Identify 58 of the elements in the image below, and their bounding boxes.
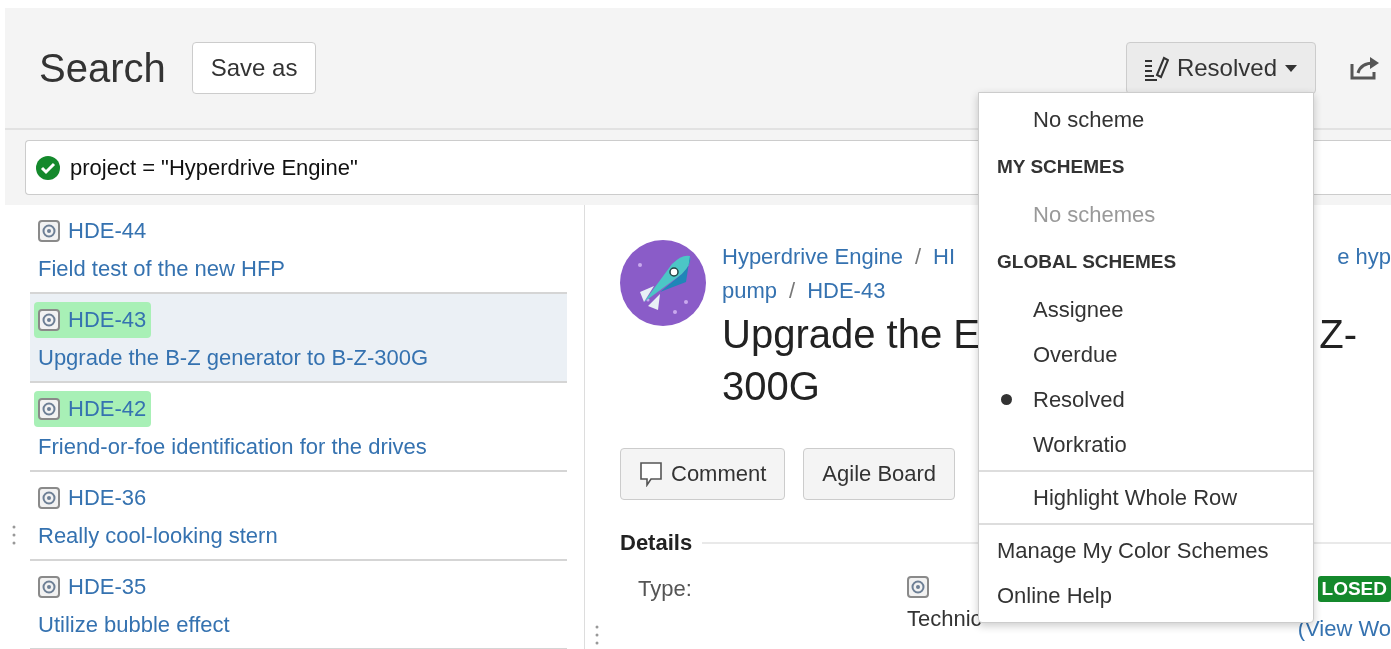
- target-icon: [38, 398, 60, 420]
- menu-link[interactable]: Online Help: [979, 573, 1313, 618]
- target-icon: [38, 309, 60, 331]
- drag-handle-icon[interactable]: [12, 525, 16, 545]
- breadcrumb-link[interactable]: Hyperdrive Engine: [722, 240, 903, 274]
- issue-key[interactable]: HDE-43: [34, 302, 152, 338]
- field-label: Type:: [638, 576, 693, 603]
- menu-item[interactable]: Overdue: [979, 332, 1313, 377]
- speech-bubble-icon: [639, 461, 663, 487]
- issue-summary[interactable]: Utilize bubble effect: [38, 611, 559, 639]
- issue-title: Z-: [1319, 311, 1357, 358]
- issue-summary[interactable]: Really cool-looking stern: [38, 522, 559, 550]
- breadcrumb-separator: /: [789, 277, 796, 305]
- breadcrumb-link[interactable]: HDE-43: [807, 274, 886, 308]
- issue-key[interactable]: HDE-44: [34, 213, 152, 249]
- menu-heading: GLOBAL SCHEMES: [996, 250, 1178, 274]
- breadcrumb-link[interactable]: e hyp: [1337, 240, 1391, 274]
- breadcrumb-link[interactable]: HI: [933, 240, 956, 274]
- menu-item[interactable]: Assignee: [979, 287, 1313, 332]
- issue-title: 300G: [722, 363, 820, 410]
- drag-handle-icon[interactable]: [595, 625, 599, 645]
- field-value: Technic: [907, 606, 982, 632]
- issue-row[interactable]: HDE-36 Really cool-looking stern: [30, 472, 567, 561]
- color-scheme-button[interactable]: Resolved: [1125, 42, 1316, 94]
- rocket-avatar-icon: [620, 240, 706, 326]
- view-workflow-link[interactable]: (View Wo: [1297, 616, 1391, 642]
- menu-item[interactable]: No scheme: [979, 97, 1313, 142]
- save-as-button[interactable]: Save as: [191, 42, 317, 94]
- target-icon: [38, 487, 60, 509]
- issue-key[interactable]: HDE-36: [34, 480, 152, 516]
- comment-button[interactable]: Comment: [620, 448, 786, 500]
- agile-board-button[interactable]: Agile Board: [803, 448, 956, 500]
- issue-row[interactable]: HDE-43 Upgrade the B-Z generator to B-Z-300G: [30, 294, 567, 383]
- issue-row[interactable]: HDE-42 Friend-or-foe identification for the drives: [30, 383, 567, 472]
- issue-summary[interactable]: Friend-or-foe identification for the drives: [38, 433, 559, 461]
- page-title: Search: [39, 45, 166, 91]
- issue-title: Upgrade the E: [722, 311, 980, 358]
- issue-key[interactable]: HDE-35: [34, 569, 152, 605]
- breadcrumb-link[interactable]: pump: [722, 274, 778, 308]
- menu-heading: MY SCHEMES: [996, 155, 1126, 179]
- target-icon: [38, 220, 60, 242]
- share-icon[interactable]: [1350, 56, 1380, 80]
- issue-row[interactable]: HDE-35 Utilize bubble effect: [30, 561, 567, 649]
- issue-summary[interactable]: Field test of the new HFP: [38, 255, 559, 283]
- target-icon: [38, 576, 60, 598]
- menu-item[interactable]: Highlight Whole Row: [979, 475, 1313, 520]
- pencil-icon: [1142, 55, 1169, 81]
- menu-link[interactable]: Manage My Color Schemes: [979, 528, 1313, 573]
- target-icon: [907, 576, 929, 598]
- issue-summary[interactable]: Upgrade the B-Z generator to B-Z-300G: [38, 344, 559, 372]
- empty-message: No schemes: [1032, 200, 1157, 229]
- caret-icon: [1285, 64, 1297, 72]
- menu-item[interactable]: Workratio: [979, 422, 1313, 467]
- menu-item[interactable]: Resolved: [979, 377, 1313, 422]
- status-lozenge: LOSED: [1317, 576, 1391, 602]
- breadcrumb-separator: /: [915, 243, 922, 271]
- issue-key[interactable]: HDE-42: [34, 391, 152, 427]
- section-title: Details: [620, 530, 693, 556]
